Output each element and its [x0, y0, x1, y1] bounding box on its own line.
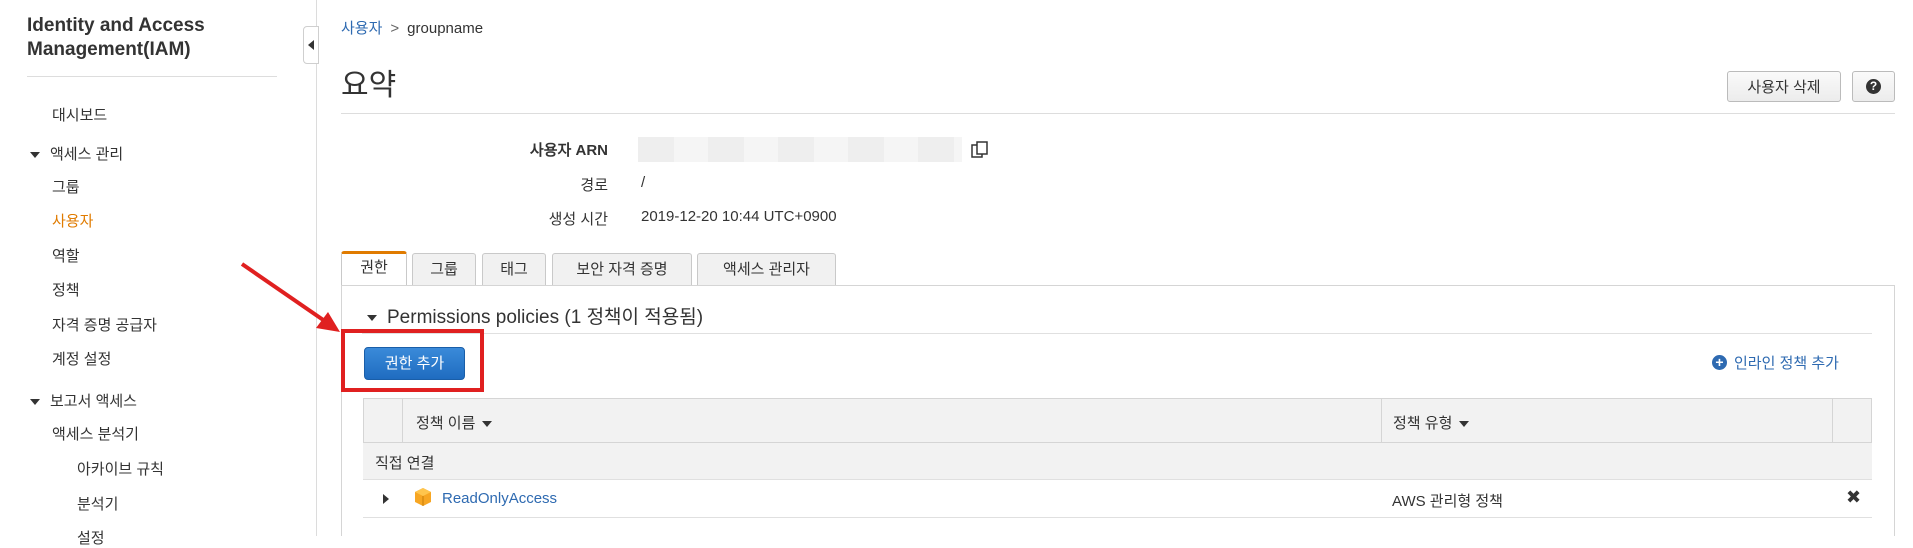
copy-icon[interactable] [970, 140, 990, 160]
table-header: 정책 이름 정책 유형 [363, 398, 1872, 443]
sidebar-item-archive-rules[interactable]: 아카이브 규칙 [77, 458, 164, 479]
sidebar-item-policies[interactable]: 정책 [52, 279, 80, 300]
chevron-left-icon [308, 40, 314, 50]
breadcrumb-users-link[interactable]: 사용자 [341, 20, 382, 37]
tab-access-advisor[interactable]: 액세스 관리자 [697, 253, 836, 285]
title-divider [341, 113, 1895, 114]
sidebar-section-access-reports[interactable]: 보고서 액세스 [30, 390, 137, 411]
sidebar-item-roles[interactable]: 역할 [52, 245, 80, 266]
chevron-down-icon [367, 314, 377, 321]
tab-security-credentials[interactable]: 보안 자격 증명 [552, 253, 692, 285]
sidebar-item-settings[interactable]: 설정 [77, 527, 105, 548]
created-label: 생성 시간 [548, 211, 608, 228]
sidebar-item-account-settings[interactable]: 계정 설정 [52, 348, 111, 369]
permissions-header-label: Permissions policies (1 정책이 적용됨) [387, 307, 704, 328]
sidebar-section-label: 액세스 관리 [50, 146, 124, 163]
column-separator [1381, 399, 1382, 442]
sidebar-section-access-management[interactable]: 액세스 관리 [30, 143, 123, 164]
delete-user-button[interactable]: 사용자 삭제 [1727, 71, 1841, 102]
sidebar-item-analyzers[interactable]: 분석기 [77, 493, 118, 514]
annotation-arrow [240, 262, 340, 332]
help-button[interactable]: ? [1852, 71, 1895, 102]
column-separator [1832, 399, 1833, 442]
help-icon: ? [1866, 79, 1881, 95]
sort-down-icon [482, 421, 493, 428]
sidebar-title[interactable]: Identity and Access Management(IAM) [27, 14, 287, 62]
table-group-row: 직접 연결 [363, 443, 1872, 480]
add-inline-policy-label: 인라인 정책 추가 [1734, 355, 1839, 372]
path-value: / [641, 174, 646, 191]
arn-value-redacted [638, 137, 962, 162]
sidebar-divider [27, 76, 277, 77]
chevron-down-icon [30, 399, 40, 406]
page-title: 요약 [341, 69, 397, 102]
breadcrumb-current: groupname [407, 20, 484, 37]
sidebar-item-users[interactable]: 사용자 [52, 210, 93, 231]
tab-permissions[interactable]: 권한 [341, 251, 407, 285]
permissions-policies-header[interactable]: Permissions policies (1 정책이 적용됨) [367, 302, 703, 329]
column-header-label: 정책 이름 [416, 415, 476, 432]
plus-circle-icon: + [1712, 354, 1727, 370]
sort-down-icon [1459, 421, 1470, 428]
managed-policy-icon [415, 488, 431, 506]
policy-type-value: AWS 관리형 정책 [1392, 493, 1503, 510]
sidebar-item-dashboard[interactable]: 대시보드 [52, 104, 107, 125]
column-header-label: 정책 유형 [1393, 415, 1453, 432]
chevron-down-icon [30, 152, 40, 159]
table-row: ReadOnlyAccess AWS 관리형 정책 ✖ [363, 480, 1872, 518]
tab-groups[interactable]: 그룹 [412, 253, 476, 285]
remove-policy-icon[interactable]: ✖ [1846, 487, 1861, 508]
arn-label: 사용자 ARN [529, 142, 608, 159]
group-label-direct-attached: 직접 연결 [375, 455, 435, 472]
sidebar-section-label: 보고서 액세스 [50, 393, 137, 410]
permissions-divider [362, 333, 1872, 334]
sidebar-collapse-button[interactable] [303, 26, 319, 64]
chevron-right-icon: > [390, 20, 400, 37]
policy-name-link[interactable]: ReadOnlyAccess [442, 490, 557, 507]
sidebar-item-groups[interactable]: 그룹 [52, 176, 80, 197]
column-header-policy-name[interactable]: 정책 이름 [416, 412, 493, 433]
add-inline-policy-link[interactable]: + 인라인 정책 추가 [1712, 352, 1839, 373]
breadcrumb: 사용자 > groupname [341, 17, 483, 38]
column-header-policy-type[interactable]: 정책 유형 [1393, 412, 1470, 433]
column-separator [402, 399, 403, 442]
annotation-highlight-box [341, 329, 484, 392]
expand-row-icon[interactable] [383, 494, 389, 504]
sidebar-item-access-analyzer[interactable]: 액세스 분석기 [52, 423, 139, 444]
path-label: 경로 [580, 177, 608, 194]
tab-tags[interactable]: 태그 [482, 253, 546, 285]
sidebar-item-identity-providers[interactable]: 자격 증명 공급자 [52, 314, 157, 335]
created-value: 2019-12-20 10:44 UTC+0900 [641, 208, 837, 225]
